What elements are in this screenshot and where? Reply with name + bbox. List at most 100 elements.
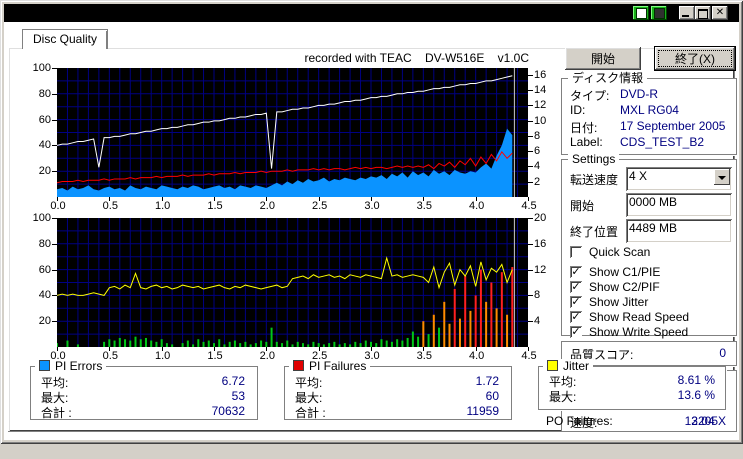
axis-tick: [109, 347, 111, 351]
y-left-tick-label: 80: [38, 87, 51, 100]
y-right-tick-label: 16: [534, 237, 547, 250]
y-right-tick-label: 14: [534, 84, 547, 97]
axis-tick: [528, 218, 533, 219]
po-failures-value: 12205: [684, 414, 718, 428]
axis-tick: [371, 197, 372, 201]
charts-layer: 100 80 60 40 20 16 14 12 10 8 6 4 2 0.0 0.5 1.0 1.5 2.0 2.…: [4, 22, 739, 459]
axis-tick: [52, 68, 57, 69]
axis-tick: [161, 197, 163, 201]
axis-tick: [52, 295, 57, 297]
y-right-tick-label: 4: [534, 160, 541, 173]
y-left-tick-label: 60: [38, 113, 51, 126]
content-area: Disc Quality recorded with TEAC DV-W516E…: [4, 22, 739, 440]
axis-tick: [52, 321, 57, 323]
minimize-button[interactable]: [679, 6, 695, 20]
y-left-tick-label: 20: [38, 315, 51, 328]
y-right-tick-label: 20: [534, 212, 547, 224]
x-tick-label: 2.0: [259, 200, 275, 212]
y-right-tick-label: 12: [534, 263, 547, 276]
y-right-tick-label: 12: [534, 99, 547, 112]
minimize-icon: [682, 15, 689, 17]
axis-tick: [52, 218, 57, 219]
disc-icon-button[interactable]: [651, 6, 667, 20]
axis-tick: [52, 269, 57, 271]
tab-disc-quality[interactable]: Disc Quality: [22, 29, 108, 49]
axis-tick: [528, 151, 533, 153]
axis-tick: [318, 347, 320, 351]
close-button[interactable]: ✕: [712, 6, 728, 20]
pi-failures-legend-label: PI Failures: [309, 359, 367, 373]
axis-tick: [475, 347, 477, 351]
tab-label: Disc Quality: [32, 32, 97, 46]
x-tick-label: 4.5: [521, 350, 537, 362]
axis-tick: [52, 145, 57, 147]
y-right-tick-label: 8: [534, 129, 541, 142]
axis-tick: [528, 243, 533, 245]
axis-tick: [57, 197, 58, 201]
y-left-tick-label: 20: [38, 165, 51, 178]
jitter-legend-label: Jitter: [563, 359, 590, 373]
title-bar[interactable]: CD Speed : Disc Quality Test - BENQ DVD …: [4, 4, 739, 38]
x-tick-label: 1.5: [207, 200, 223, 212]
x-tick-label: 4.0: [469, 200, 485, 212]
axis-tick: [52, 119, 57, 121]
y-left-tick-label: 40: [38, 289, 51, 302]
y-left-tick-label: 100: [32, 212, 51, 224]
y-left-tick-label: 60: [38, 263, 51, 276]
x-tick-label: 1.5: [207, 350, 223, 362]
y-left-tick-label: 80: [38, 237, 51, 250]
maximize-button[interactable]: [695, 6, 711, 20]
x-tick-label: 3.0: [364, 200, 380, 212]
graph-icon: [636, 8, 647, 19]
axis-tick: [109, 197, 111, 201]
x-tick-label: 4.5: [521, 200, 537, 212]
axis-tick: [214, 347, 215, 351]
x-tick-label: 2.5: [312, 200, 328, 212]
axis-tick: [423, 347, 425, 351]
axis-tick: [371, 347, 372, 351]
pi-errors-chart: [57, 68, 528, 197]
axis-tick: [528, 269, 533, 271]
axis-tick: [528, 74, 533, 76]
x-tick-label: 1.0: [155, 350, 171, 362]
axis-tick: [528, 321, 533, 323]
axis-tick: [528, 90, 533, 92]
axis-tick: [528, 181, 533, 183]
y-right-tick-label: 2: [534, 175, 541, 188]
axis-tick: [475, 197, 477, 201]
window: CD Speed : Disc Quality Test - BENQ DVD …: [0, 0, 743, 444]
axis-tick: [528, 120, 533, 122]
maximize-icon: [698, 9, 708, 19]
y-left-tick-label: 40: [38, 139, 51, 152]
axis-tick: [423, 197, 425, 201]
axis-tick: [214, 197, 215, 201]
y-right-tick-label: 8: [534, 289, 541, 302]
pi-failures-legend: PI Failures: [289, 359, 371, 373]
y-right-tick-label: 6: [534, 145, 541, 158]
x-tick-label: 4.0: [469, 350, 485, 362]
axis-tick: [52, 93, 57, 95]
x-tick-label: 1.0: [155, 200, 171, 212]
jitter-color-icon: [547, 360, 558, 371]
axis-tick: [528, 295, 533, 297]
axis-tick: [266, 197, 268, 201]
graph-icon-button[interactable]: [633, 6, 649, 20]
axis-tick: [528, 135, 533, 137]
axis-tick: [528, 105, 533, 107]
axis-tick: [57, 347, 58, 351]
x-tick-label: 0.5: [102, 200, 118, 212]
y-left-tick-label: 100: [32, 62, 51, 74]
y-right-tick-label: 16: [534, 68, 547, 81]
axis-tick: [52, 243, 57, 245]
x-tick-label: 3.5: [416, 200, 432, 212]
y-right-tick-label: 10: [534, 114, 547, 127]
y-right-tick-label: 4: [534, 315, 541, 328]
axis-tick: [52, 171, 57, 173]
x-tick-label: 2.0: [259, 350, 275, 362]
pi-errors-legend-label: PI Errors: [55, 359, 103, 373]
pif-jitter-chart: [57, 218, 528, 347]
pi-errors-legend: PI Errors: [35, 359, 107, 373]
axis-tick: [528, 197, 529, 201]
axis-tick: [528, 166, 533, 168]
jitter-legend: Jitter: [543, 359, 594, 373]
